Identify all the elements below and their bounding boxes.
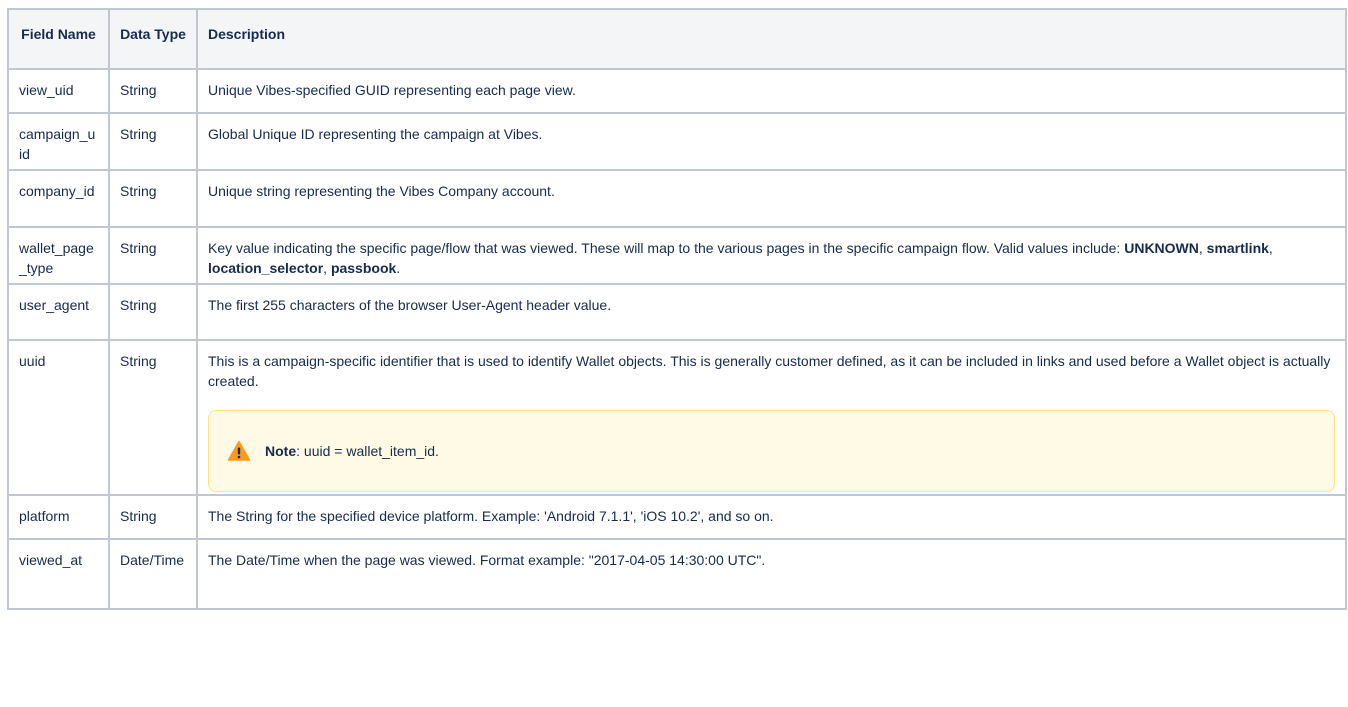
field-name-cell: company_id — [7, 169, 110, 228]
valid-value: UNKNOWN — [1124, 240, 1199, 256]
warning-icon — [227, 439, 251, 463]
description-cell: This is a campaign-specific identifier t… — [196, 339, 1347, 496]
valid-value: smartlink — [1206, 240, 1269, 256]
description-cell: The Date/Time when the page was viewed. … — [196, 538, 1347, 610]
data-type-cell: Date/Time — [108, 538, 198, 610]
field-name-cell: platform — [7, 494, 110, 540]
table-row: wallet_page_type String Key value indica… — [7, 226, 1347, 285]
value-separator: , — [1268, 240, 1273, 256]
table-row: campaign_uid String Global Unique ID rep… — [7, 112, 1347, 171]
field-table-container: Field Name Data Type Description view_ui… — [7, 8, 1347, 610]
header-data-type: Data Type — [108, 8, 198, 70]
table-row: user_agent String The first 255 characte… — [7, 283, 1347, 341]
note-label: Note — [265, 443, 297, 459]
table-row: viewed_at Date/Time The Date/Time when t… — [7, 538, 1347, 610]
table-header-row: Field Name Data Type Description — [7, 8, 1347, 70]
field-name-cell: view_uid — [7, 68, 110, 114]
data-type-cell: String — [108, 226, 198, 285]
note-text: Note: uuid = wallet_item_id. — [265, 441, 439, 461]
description-cell: Unique string representing the Vibes Com… — [196, 169, 1347, 228]
table-row: uuid String This is a campaign-specific … — [7, 339, 1347, 496]
header-field-name: Field Name — [7, 8, 110, 70]
note-panel: Note: uuid = wallet_item_id. — [208, 410, 1335, 492]
description-cell: Global Unique ID representing the campai… — [196, 112, 1347, 171]
header-description: Description — [196, 8, 1347, 70]
field-name-cell: wallet_page_type — [7, 226, 110, 285]
field-table: Field Name Data Type Description view_ui… — [7, 8, 1347, 610]
data-type-cell: String — [108, 494, 198, 540]
table-row: company_id String Unique string represen… — [7, 169, 1347, 228]
data-type-cell: String — [108, 68, 198, 114]
table-row: platform String The String for the speci… — [7, 494, 1347, 540]
field-name-cell: uuid — [7, 339, 110, 496]
data-type-cell: String — [108, 112, 198, 171]
description-text: This is a campaign-specific identifier t… — [208, 353, 1331, 389]
description-cell: Key value indicating the specific page/f… — [196, 226, 1347, 285]
description-intro: Key value indicating the specific page/f… — [208, 240, 1125, 256]
description-cell: The first 255 characters of the browser … — [196, 283, 1347, 341]
field-name-cell: campaign_uid — [7, 112, 110, 171]
valid-value: passbook — [330, 260, 397, 276]
data-type-cell: String — [108, 283, 198, 341]
description-cell: The String for the specified device plat… — [196, 494, 1347, 540]
value-separator: , — [323, 260, 331, 276]
field-name-cell: viewed_at — [7, 538, 110, 610]
field-name-cell: user_agent — [7, 283, 110, 341]
description-end: . — [396, 260, 401, 276]
note-body: : uuid = wallet_item_id. — [296, 443, 439, 459]
description-cell: Unique Vibes-specified GUID representing… — [196, 68, 1347, 114]
value-separator: , — [1198, 240, 1207, 256]
table-row: view_uid String Unique Vibes-specified G… — [7, 68, 1347, 114]
valid-value: location_selector — [208, 260, 324, 276]
data-type-cell: String — [108, 339, 198, 496]
data-type-cell: String — [108, 169, 198, 228]
